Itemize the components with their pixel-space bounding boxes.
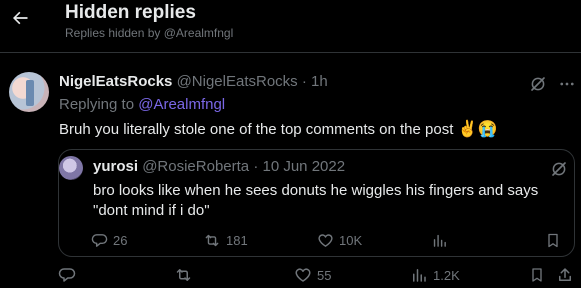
back-arrow-icon [13, 11, 28, 25]
grok-icon [552, 162, 566, 176]
bookmark-button[interactable] [529, 265, 545, 285]
retweet-button[interactable] [174, 265, 198, 285]
quote-action-bar: 26 181 10K [59, 230, 576, 250]
quote-handle: @RosieRoberta [142, 158, 250, 175]
like-button[interactable]: 55 [294, 265, 331, 285]
display-name[interactable]: NigelEatsRocks [59, 73, 172, 90]
replying-to: Replying to @Arealmfngl [59, 96, 225, 113]
reply-button[interactable] [58, 265, 81, 285]
bookmark-icon [532, 268, 542, 282]
tweet-time[interactable]: 1h [311, 73, 328, 90]
quote-text: bro looks like when he sees donuts he wi… [93, 182, 539, 219]
quote-like-count: 10K [339, 232, 363, 248]
quote-views-button[interactable] [431, 230, 448, 250]
bookmark-icon [548, 233, 558, 247]
like-count: 55 [317, 267, 332, 283]
like-icon [295, 268, 311, 282]
views-count: 1.2K [433, 267, 460, 283]
replying-handle-link[interactable]: @Arealmfngl [138, 96, 225, 113]
reply-icon [58, 268, 76, 282]
retweet-icon [205, 234, 219, 246]
reply-icon [91, 233, 108, 247]
meta-separator: · [301, 73, 307, 90]
quote-bookmark-button[interactable] [545, 230, 561, 250]
quote-date: 10 Jun 2022 [262, 158, 346, 175]
more-button[interactable] [556, 73, 578, 95]
grok-icon [531, 77, 545, 91]
views-icon [413, 269, 426, 282]
quote-avatar [59, 156, 83, 180]
share-icon [559, 268, 571, 281]
quote-reply-count: 26 [113, 232, 128, 248]
quote-retweet-button[interactable]: 181 [203, 230, 248, 250]
views-icon [433, 234, 446, 247]
share-button[interactable] [556, 265, 574, 285]
page-header: Hidden replies Replies hidden by @Arealm… [0, 0, 581, 52]
views-button[interactable]: 1.2K [410, 265, 460, 285]
quote-display-name: yurosi [93, 158, 139, 175]
page-subtitle: Replies hidden by @Arealmfngl [65, 26, 234, 40]
more-icon [560, 82, 574, 86]
quote-header: yurosi @RosieRoberta · 10 Jun 2022 [93, 158, 345, 175]
avatar[interactable] [9, 72, 49, 112]
tweet-text: Bruh you literally stole one of the top … [59, 119, 497, 139]
like-icon [318, 233, 333, 247]
header-divider [0, 52, 581, 53]
tweet-header: NigelEatsRocks @NigelEatsRocks · 1h [59, 73, 328, 90]
page-title: Hidden replies [65, 2, 196, 23]
grok-button[interactable] [527, 73, 549, 95]
replying-prefix: Replying to [59, 96, 135, 113]
quote-grok-button[interactable] [548, 158, 570, 180]
quote-reply-button[interactable]: 26 [91, 230, 127, 250]
quote-like-button[interactable]: 10K [317, 230, 362, 250]
retweet-icon [176, 269, 191, 281]
back-button[interactable] [6, 4, 34, 32]
quote-retweet-count: 181 [226, 232, 248, 248]
quoted-tweet-card[interactable]: yurosi @RosieRoberta · 10 Jun 2022 bro l… [58, 149, 575, 257]
user-handle[interactable]: @NigelEatsRocks [177, 73, 298, 90]
tweet-body: Bruh you literally stole one of the top … [59, 121, 454, 138]
tweet-emoji: ✌😭 [457, 121, 498, 138]
quote-separator: · [253, 158, 259, 175]
tweet-action-bar: 55 1.2K [0, 265, 581, 287]
